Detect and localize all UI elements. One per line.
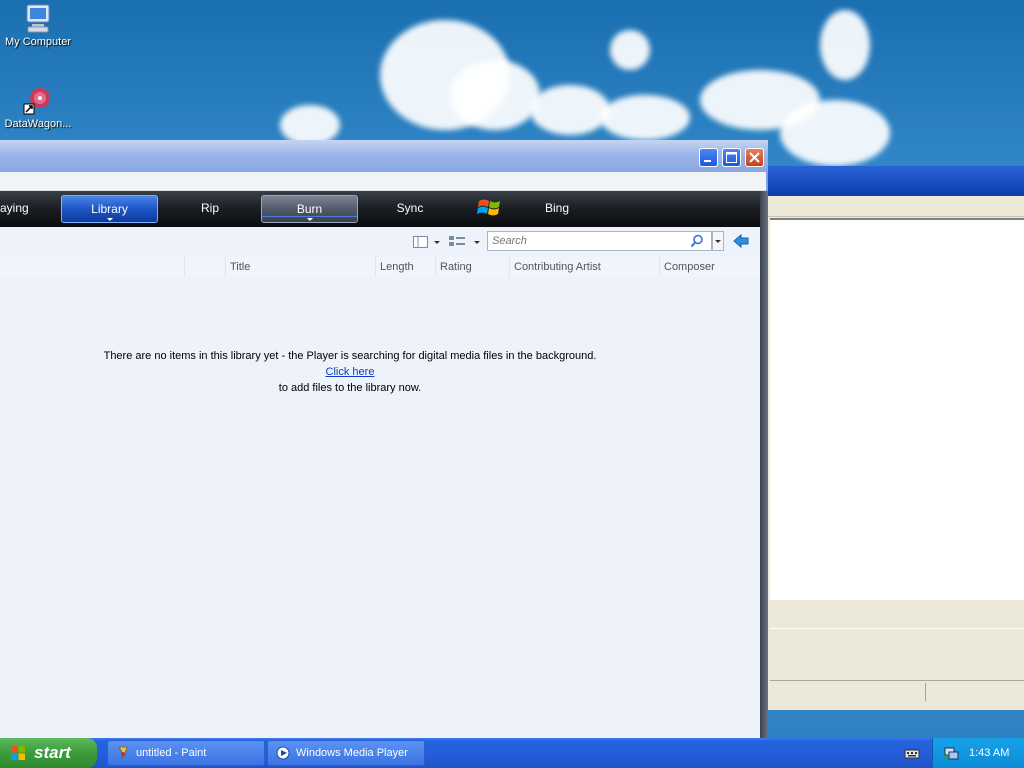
paint-window[interactable]	[768, 166, 1024, 710]
taskbar-item-media-player[interactable]: Windows Media Player	[267, 740, 425, 766]
column-header-length[interactable]: Length	[375, 257, 435, 277]
column-header-contributing-artist[interactable]: Contributing Artist	[509, 257, 659, 277]
tab-library[interactable]: Library	[61, 195, 158, 223]
media-player-window[interactable]: aying Library Rip Burn Sync Bing Search …	[0, 140, 768, 740]
library-column-headers: Title Length Rating Contributing Artist …	[0, 257, 760, 278]
view-options-button[interactable]	[447, 234, 483, 250]
minimize-button[interactable]	[699, 148, 718, 167]
empty-library-instruction: to add files to the library now.	[278, 382, 422, 394]
windows-logo-icon	[476, 195, 504, 221]
media-player-icon	[276, 746, 290, 760]
chevron-down-icon	[715, 240, 721, 243]
minimize-icon	[704, 160, 711, 162]
clock[interactable]: 1:43 AM	[969, 738, 1009, 768]
desktop-icon-datawagon[interactable]: DataWagon...	[0, 84, 76, 130]
layout-icon	[413, 236, 440, 248]
layout-options-button[interactable]	[412, 234, 442, 250]
search-dropdown-button[interactable]	[712, 231, 724, 251]
paint-titlebar[interactable]	[768, 166, 1024, 196]
paint-color-palette[interactable]	[770, 628, 1024, 679]
start-label: start	[34, 743, 71, 762]
tab-label: aying	[0, 201, 29, 215]
window-resize-edge[interactable]	[760, 191, 768, 740]
tab-sync[interactable]: Sync	[362, 195, 458, 223]
desktop-icon-my-computer[interactable]: My Computer	[0, 2, 76, 48]
desktop-icon-label: My Computer	[4, 36, 72, 48]
tab-label: Library	[91, 202, 128, 216]
column-header-blank[interactable]	[184, 257, 224, 277]
tab-rip[interactable]: Rip	[162, 195, 258, 223]
add-files-link[interactable]: Click here	[0, 366, 700, 378]
tab-bing[interactable]: Bing	[508, 195, 606, 223]
paint-canvas[interactable]	[770, 220, 1024, 600]
tab-burn[interactable]: Burn	[261, 195, 358, 223]
library-toolbar	[0, 227, 760, 258]
tab-label: Rip	[200, 201, 219, 215]
start-button[interactable]: start	[0, 738, 97, 768]
column-header-composer[interactable]: Composer	[659, 257, 759, 277]
maximize-icon	[726, 152, 737, 163]
datawagon-shortcut-icon	[22, 84, 54, 116]
taskbar-item-paint[interactable]: untitled - Paint	[107, 740, 265, 766]
paint-menubar[interactable]	[768, 196, 1024, 217]
search-icon[interactable]	[690, 234, 704, 248]
close-button[interactable]	[745, 148, 764, 167]
network-icon[interactable]	[943, 745, 959, 761]
empty-library-message: There are no items in this library yet -…	[103, 350, 597, 362]
media-player-menu-strip	[0, 172, 766, 191]
back-arrow-button[interactable]	[732, 233, 750, 249]
back-arrow-icon	[733, 233, 749, 249]
paint-icon	[118, 746, 128, 760]
tab-label: Bing	[544, 201, 570, 215]
chevron-down-icon	[306, 218, 313, 221]
taskbar-item-label: Windows Media Player	[296, 747, 408, 759]
tab-label: Burn	[296, 202, 323, 216]
taskbar-item-label: untitled - Paint	[136, 747, 207, 759]
view-options-icon	[449, 236, 480, 246]
close-icon	[749, 152, 760, 163]
library-content-pane: There are no items in this library yet -…	[0, 277, 760, 738]
column-header-title[interactable]: Title	[225, 257, 375, 277]
media-player-titlebar[interactable]	[0, 140, 768, 172]
paint-statusbar	[770, 680, 1024, 703]
computer-icon	[22, 2, 54, 34]
media-player-nav-bar: aying Library Rip Burn Sync Bing	[0, 191, 760, 227]
column-header-rating[interactable]: Rating	[435, 257, 509, 277]
paint-canvas-area	[770, 218, 1024, 600]
tab-now-playing[interactable]: aying	[0, 195, 40, 223]
desktop-icon-label: DataWagon...	[4, 118, 72, 130]
system-tray: 1:43 AM	[932, 738, 1024, 768]
windows-flag-icon	[11, 746, 25, 760]
tab-label: Sync	[396, 201, 424, 215]
chevron-down-icon	[106, 218, 113, 221]
keyboard-icon[interactable]	[904, 746, 920, 760]
search-input[interactable]	[487, 231, 712, 251]
maximize-button[interactable]	[722, 148, 741, 167]
taskbar: start untitled - Paint Windows Media Pla…	[0, 738, 1024, 768]
